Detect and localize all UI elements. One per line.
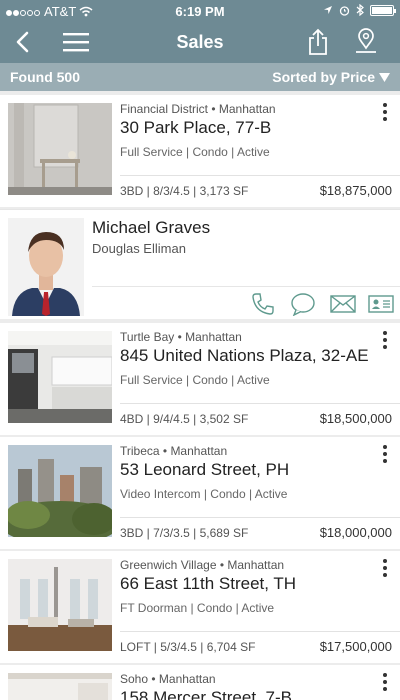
listing-card[interactable]: Greenwich Village • Manhattan 66 East 11…	[0, 551, 400, 663]
listing-photo	[8, 331, 112, 423]
listing-price: $18,500,000	[319, 411, 392, 426]
chat-icon	[291, 293, 315, 316]
map-pin-icon	[356, 28, 376, 53]
sort-dropdown[interactable]: Sorted by Price	[272, 69, 390, 85]
listing-specs: 3BD | 7/3/3.5 | 5,689 SF	[120, 526, 249, 540]
share-button[interactable]	[300, 26, 336, 58]
results-bar: Found 500 Sorted by Price	[0, 63, 400, 91]
listing-features: Full Service | Condo | Active	[120, 373, 270, 387]
bluetooth-icon	[356, 4, 364, 16]
more-icon	[383, 445, 387, 449]
listing-footer: LOFT | 5/3/4.5 | 6,704 SF $17,500,000	[120, 631, 400, 659]
listing-card[interactable]: Turtle Bay • Manhattan 845 United Nation…	[0, 323, 400, 435]
more-icon	[383, 331, 387, 335]
listing-neighborhood: Turtle Bay • Manhattan	[120, 330, 242, 344]
listing-footer: 3BD | 8/3/4.5 | 3,173 SF $18,875,000	[120, 175, 400, 203]
listing-address[interactable]: 158 Mercer Street, 7-B	[120, 688, 292, 700]
more-options-button[interactable]	[380, 671, 390, 693]
sort-arrow-icon	[379, 72, 390, 82]
call-button[interactable]	[248, 292, 278, 316]
listing-footer: 4BD | 9/4/4.5 | 3,502 SF $18,500,000	[120, 403, 400, 431]
agent-actions	[92, 286, 400, 320]
listing-specs: LOFT | 5/3/4.5 | 6,704 SF	[120, 640, 256, 654]
more-options-button[interactable]	[380, 443, 390, 465]
avatar	[8, 218, 84, 316]
map-button[interactable]	[348, 26, 384, 58]
app-header: AT&T 6:19 PM Sales	[0, 0, 400, 63]
more-icon	[383, 559, 387, 563]
email-button[interactable]	[328, 292, 358, 316]
listing-address[interactable]: 53 Leonard Street, PH	[120, 460, 289, 480]
results-count: Found 500	[10, 69, 81, 85]
listing-neighborhood: Soho • Manhattan	[120, 672, 216, 686]
agent-firm: Douglas Elliman	[92, 241, 186, 256]
listing-photo	[8, 673, 112, 700]
listing-features: Video Intercom | Condo | Active	[120, 487, 288, 501]
status-bar: AT&T 6:19 PM	[0, 0, 400, 22]
listing-price: $18,875,000	[319, 183, 392, 198]
listing-price: $18,000,000	[319, 525, 392, 540]
phone-icon	[252, 293, 274, 315]
alarm-icon	[339, 5, 350, 16]
listing-price: $17,500,000	[319, 639, 392, 654]
listing-specs: 3BD | 8/3/4.5 | 3,173 SF	[120, 184, 249, 198]
listing-photo	[8, 103, 112, 195]
listing-card[interactable]: Financial District • Manhattan 30 Park P…	[0, 95, 400, 207]
mail-icon	[330, 295, 356, 313]
sort-label: Sorted by Price	[272, 69, 375, 85]
more-options-button[interactable]	[380, 557, 390, 579]
listing-neighborhood: Tribeca • Manhattan	[120, 444, 228, 458]
listing-address[interactable]: 30 Park Place, 77-B	[120, 118, 271, 138]
more-options-button[interactable]	[380, 329, 390, 351]
agent-card[interactable]: Michael Graves Douglas Elliman	[0, 209, 400, 319]
listing-features: FT Doorman | Condo | Active	[120, 601, 275, 615]
listing-photo	[8, 445, 112, 537]
nav-bar: Sales	[0, 22, 400, 63]
more-options-button[interactable]	[380, 101, 390, 123]
share-icon	[309, 28, 327, 55]
listing-card[interactable]: Tribeca • Manhattan 53 Leonard Street, P…	[0, 437, 400, 549]
battery-icon	[370, 4, 396, 16]
contact-card-icon	[368, 295, 394, 313]
listing-card[interactable]: Soho • Manhattan 158 Mercer Street, 7-B	[0, 665, 400, 700]
listing-footer: 3BD | 7/3/3.5 | 5,689 SF $18,000,000	[120, 517, 400, 545]
listing-photo	[8, 559, 112, 651]
contact-card-button[interactable]	[366, 292, 396, 316]
agent-name[interactable]: Michael Graves	[92, 218, 210, 238]
more-icon	[383, 103, 387, 107]
listing-address[interactable]: 66 East 11th Street, TH	[120, 574, 296, 594]
message-button[interactable]	[288, 292, 318, 316]
listing-specs: 4BD | 9/4/4.5 | 3,502 SF	[120, 412, 249, 426]
page-title: Sales	[176, 32, 224, 52]
listing-neighborhood: Financial District • Manhattan	[120, 102, 276, 116]
listing-neighborhood: Greenwich Village • Manhattan	[120, 558, 285, 572]
listing-features: Full Service | Condo | Active	[120, 145, 270, 159]
listing-address[interactable]: 845 United Nations Plaza, 32-AE	[120, 346, 369, 366]
more-icon	[383, 673, 387, 677]
location-arrow-icon	[324, 6, 332, 14]
